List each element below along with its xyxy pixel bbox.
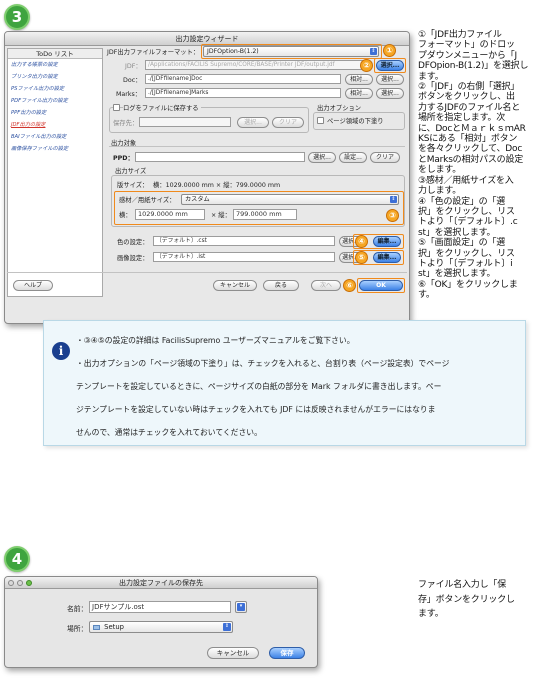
ppd-field[interactable] xyxy=(135,152,305,162)
todo-list-sidebar: ToDo リスト 出力する帳票の設定 プリンタ出力の設定 PSファイル出力の設定… xyxy=(7,48,103,297)
chevron-down-icon: ▾ xyxy=(237,603,245,611)
highlight-box-2 xyxy=(374,58,406,73)
bottom-divider xyxy=(7,272,407,273)
name-label: 名前： xyxy=(67,605,88,613)
marks-path-field[interactable]: ./[JDFfilename]Marks xyxy=(145,88,341,98)
marker-1: ① xyxy=(383,44,396,57)
width-field[interactable]: 1029.0000 mm xyxy=(135,209,205,220)
close-window-icon[interactable] xyxy=(8,580,14,586)
ppd-settings-button[interactable]: 設定... xyxy=(339,152,367,163)
image-setting-label: 画像設定： xyxy=(117,255,149,262)
info-line-4: ジテンプレートを設定していない時はチェックを入れても JDF には反映されません… xyxy=(76,405,436,414)
step-3-instructions: ①「JDF出力ファイル フォーマット」のドロッ プダウンメニューから「J DFO… xyxy=(418,30,529,301)
cancel-button[interactable]: キャンセル xyxy=(213,280,257,291)
expand-button[interactable]: ▾ xyxy=(235,601,247,613)
location-label: 場所： xyxy=(67,625,88,633)
sidebar-item-image-save[interactable]: 画像保存ファイルの設定 xyxy=(8,143,102,155)
ppd-label: PPD： xyxy=(113,155,134,162)
doc-label: Doc： xyxy=(123,77,142,84)
highlight-box-5 xyxy=(353,250,404,265)
sidebar-item-pdf-output[interactable]: PDFファイル出力の設定 xyxy=(8,95,102,107)
log-clear-button[interactable]: クリア xyxy=(272,117,304,128)
marker-3: ③ xyxy=(386,209,399,222)
width-label: 横： xyxy=(119,212,132,219)
dropdown-arrow-icon: ⇕ xyxy=(223,623,231,631)
help-button[interactable]: ヘルプ xyxy=(13,280,53,291)
sidebar-item-ps-output[interactable]: PSファイル出力の設定 xyxy=(8,83,102,95)
height-field[interactable]: 799.0000 mm xyxy=(233,209,297,220)
sidebar-item-printer-output[interactable]: プリンタ出力の設定 xyxy=(8,71,102,83)
sidebar-item-ppf-output[interactable]: PPF出力の設定 xyxy=(8,107,102,119)
jdf-format-label: JDF出力ファイルフォーマット： xyxy=(107,49,200,56)
output-size-title: 出力サイズ xyxy=(115,168,147,175)
window2-title-text: 出力設定ファイルの保存先 xyxy=(119,579,203,587)
step-4-instructions: ファイル名入力し「保 存」ボタンをクリックし ます。 xyxy=(418,580,515,619)
cancel-save-button[interactable]: キャンセル xyxy=(207,647,259,659)
marks-relative-button[interactable]: 相対... xyxy=(345,88,373,99)
color-setting-label: 色の設定： xyxy=(117,239,149,246)
next-button[interactable]: 次へ xyxy=(311,280,341,291)
log-checkbox[interactable] xyxy=(113,104,120,111)
marks-label: Marks： xyxy=(116,91,142,98)
info-note-box: i ・③④⑤の設定の詳細は FacilisSupremo ユーザーズマニュアルを… xyxy=(43,320,526,446)
file-name-field[interactable]: JDFサンプル.ost xyxy=(89,601,231,613)
doc-select-button[interactable]: 選択... xyxy=(376,74,404,85)
sidebar-item-jdf-output[interactable]: JDF出力の設定 xyxy=(8,119,102,131)
jdf-path-label: JDF： xyxy=(125,63,142,70)
location-dropdown[interactable]: Setup ⇕ xyxy=(89,621,233,633)
sidebar-item-output-forms[interactable]: 出力する帳票の設定 xyxy=(8,59,102,71)
plate-size-label: 版サイズ： xyxy=(117,182,149,189)
page-fill-checkbox[interactable] xyxy=(317,117,324,124)
media-size-value: カスタム xyxy=(185,196,210,203)
info-line-1: ・③④⑤の設定の詳細は FacilisSupremo ユーザーズマニュアルをご覧… xyxy=(76,336,355,345)
info-line-2: ・出力オプションの「ページ領域の下塗り」は、チェックを入れると、台割り表（ページ… xyxy=(76,359,450,368)
output-option-title: 出力オプション xyxy=(317,105,362,112)
highlight-box-1 xyxy=(201,44,382,59)
marker-6: ⑥ xyxy=(343,279,356,292)
output-target-divider xyxy=(109,146,405,147)
save-to-label: 保存先： xyxy=(113,120,139,127)
save-button[interactable]: 保存 xyxy=(269,647,305,659)
page-fill-label: ページ領域の下塗り xyxy=(327,118,384,125)
jdf-path-field[interactable]: /Applications/FACILIS Supremo/CORE/BASE/… xyxy=(145,60,365,70)
output-settings-wizard-window: 出力設定ウィザード ToDo リスト 出力する帳票の設定 プリンタ出力の設定 P… xyxy=(4,31,410,324)
highlight-box-4 xyxy=(353,234,404,249)
sidebar-item-bai-output[interactable]: BAIファイル出力の設定 xyxy=(8,131,102,143)
media-size-dropdown[interactable]: カスタム ⇕ xyxy=(181,194,399,205)
info-line-5: せんので、通常はチェックを入れておいてください。 xyxy=(76,428,262,437)
image-setting-field[interactable]: 〔デフォルト〕.ist xyxy=(153,252,335,262)
log-select-button[interactable]: 選択... xyxy=(237,117,269,128)
height-label: × 縦： xyxy=(211,212,231,219)
doc-path-field[interactable]: ./[JDFfilename]Doc xyxy=(145,74,341,84)
ppd-select-button[interactable]: 選択... xyxy=(308,152,336,163)
save-destination-window: 出力設定ファイルの保存先 名前： JDFサンプル.ost ▾ 場所： Setup… xyxy=(4,576,318,668)
folder-icon xyxy=(93,624,100,630)
ppd-clear-button[interactable]: クリア xyxy=(370,152,400,163)
step-3-badge: 3 xyxy=(4,4,30,30)
dropdown-arrow-icon: ⇕ xyxy=(390,196,397,203)
location-value: Setup xyxy=(104,623,124,631)
step-4-badge: 4 xyxy=(4,546,30,572)
back-button[interactable]: 戻る xyxy=(263,280,299,291)
zoom-window-icon[interactable] xyxy=(26,580,32,586)
log-checkbox-label: ログをファイルに保存する xyxy=(123,103,201,112)
window2-title: 出力設定ファイルの保存先 xyxy=(5,577,317,589)
save-to-field[interactable] xyxy=(139,117,231,127)
info-line-3: テンプレートを設定しているときに、ページサイズの白紙の部分を Mark フォルダ… xyxy=(76,382,442,391)
minimize-window-icon[interactable] xyxy=(17,580,23,586)
highlight-box-6 xyxy=(357,278,405,293)
media-size-label: 感材／用紙サイズ： xyxy=(119,197,176,204)
doc-relative-button[interactable]: 相対... xyxy=(345,74,373,85)
info-icon: i xyxy=(52,342,70,360)
color-setting-field[interactable]: 〔デフォルト〕.cst xyxy=(153,236,335,246)
marker-2: ② xyxy=(360,59,373,72)
todo-list-header: ToDo リスト xyxy=(8,49,102,59)
plate-size-value: 横：1029.0000 mm × 縦：799.0000 mm xyxy=(153,182,281,189)
marks-select-button[interactable]: 選択... xyxy=(376,88,404,99)
